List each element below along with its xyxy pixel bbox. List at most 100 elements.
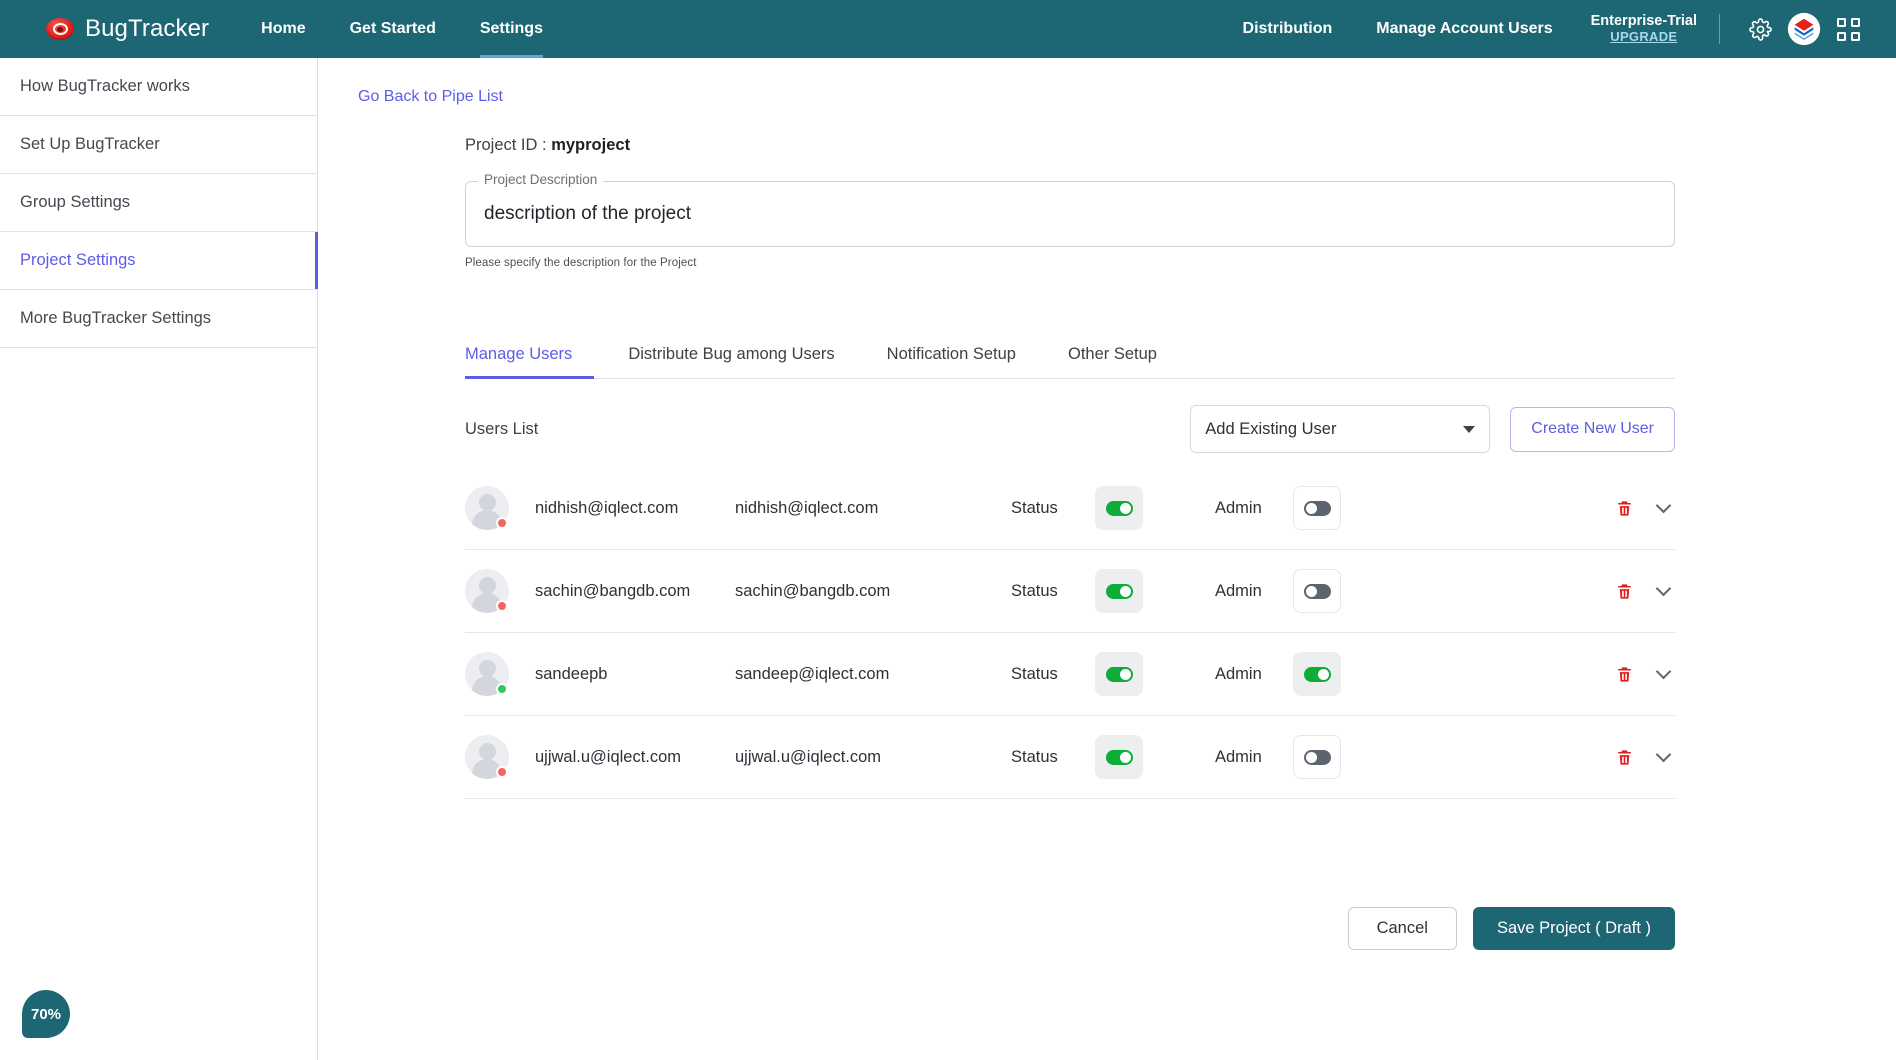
table-row: nidhish@iqlect.com nidhish@iqlect.com St…: [465, 467, 1675, 550]
nav-link-distribution[interactable]: Distribution: [1221, 0, 1355, 58]
user-email: nidhish@iqlect.com: [735, 498, 879, 517]
table-row: ujjwal.u@iqlect.com ujjwal.u@iqlect.com …: [465, 716, 1675, 799]
tab-notification-setup[interactable]: Notification Setup: [861, 345, 1042, 378]
bug-eye-icon: [46, 18, 74, 40]
upgrade-link[interactable]: UPGRADE: [1610, 29, 1677, 45]
avatar: [465, 652, 509, 696]
apps-grid-button[interactable]: [1829, 10, 1867, 48]
users-list-header: Users List Add Existing User Create New …: [465, 405, 1675, 453]
user-email: sandeep@iqlect.com: [735, 664, 890, 683]
row-actions: [1615, 746, 1675, 768]
status-label: Status: [1011, 498, 1058, 517]
presence-dot-offline-icon: [496, 600, 508, 612]
nav-link-manage-account-users[interactable]: Manage Account Users: [1354, 0, 1574, 58]
settings-tabs: Manage Users Distribute Bug among Users …: [465, 345, 1675, 379]
gear-icon: [1748, 17, 1772, 41]
user-email: ujjwal.u@iqlect.com: [735, 747, 882, 766]
admin-toggle[interactable]: [1293, 486, 1341, 530]
avatar: [465, 735, 509, 779]
expand-row-chevron-icon[interactable]: [1655, 746, 1672, 763]
brand-name: BugTracker: [85, 15, 210, 42]
sidebar-item-project-settings[interactable]: Project Settings: [0, 232, 318, 290]
cube-logo-icon: [1787, 12, 1821, 46]
plan-info: Enterprise-Trial UPGRADE: [1591, 13, 1697, 45]
tab-distribute-bug-among-users[interactable]: Distribute Bug among Users: [602, 345, 860, 378]
admin-toggle[interactable]: [1293, 652, 1341, 696]
sidebar-item-more-bugtracker-settings[interactable]: More BugTracker Settings: [0, 290, 317, 348]
admin-label: Admin: [1215, 581, 1262, 600]
expand-row-chevron-icon[interactable]: [1655, 497, 1672, 514]
main-content: Go Back to Pipe List Project ID : myproj…: [318, 58, 1896, 1060]
cube-logo-button[interactable]: [1785, 10, 1823, 48]
avatar: [465, 486, 509, 530]
users-list-title: Users List: [465, 419, 539, 438]
delete-icon: [1618, 500, 1631, 516]
delete-icon: [1618, 666, 1631, 682]
progress-badge[interactable]: 70%: [22, 990, 70, 1038]
add-existing-user-select[interactable]: Add Existing User: [1190, 405, 1491, 453]
go-back-to-pipe-list-link[interactable]: Go Back to Pipe List: [358, 88, 503, 106]
page-body: How BugTracker works Set Up BugTracker G…: [0, 58, 1896, 1060]
top-navigation-bar: BugTracker Home Get Started Settings Dis…: [0, 0, 1896, 58]
row-actions: [1615, 497, 1675, 519]
expand-row-chevron-icon[interactable]: [1655, 663, 1672, 680]
sidebar: How BugTracker works Set Up BugTracker G…: [0, 58, 318, 1060]
users-header-actions: Add Existing User Create New User: [1190, 405, 1675, 453]
delete-icon: [1618, 583, 1631, 599]
admin-toggle[interactable]: [1293, 569, 1341, 613]
user-name: sachin@bangdb.com: [535, 581, 691, 600]
create-new-user-button[interactable]: Create New User: [1510, 406, 1675, 452]
status-toggle[interactable]: [1095, 486, 1143, 530]
nav-link-get-started[interactable]: Get Started: [328, 0, 458, 58]
admin-label: Admin: [1215, 664, 1262, 683]
nav-link-settings[interactable]: Settings: [458, 0, 565, 58]
user-name: sandeepb: [535, 664, 608, 683]
status-toggle[interactable]: [1095, 735, 1143, 779]
status-toggle[interactable]: [1095, 652, 1143, 696]
cancel-button[interactable]: Cancel: [1347, 907, 1457, 950]
form-footer-actions: Cancel Save Project ( Draft ): [465, 907, 1675, 950]
presence-dot-online-icon: [496, 683, 508, 695]
tab-manage-users[interactable]: Manage Users: [465, 345, 602, 379]
expand-row-chevron-icon[interactable]: [1655, 580, 1672, 597]
status-toggle[interactable]: [1095, 569, 1143, 613]
status-label: Status: [1011, 747, 1058, 766]
settings-gear-button[interactable]: [1741, 10, 1779, 48]
nav-link-home[interactable]: Home: [239, 0, 327, 58]
nav-right-section: Distribution Manage Account Users Enterp…: [1221, 0, 1896, 58]
admin-label: Admin: [1215, 498, 1262, 517]
avatar: [465, 569, 509, 613]
sidebar-item-set-up-bugtracker[interactable]: Set Up BugTracker: [0, 116, 317, 174]
user-email: sachin@bangdb.com: [735, 581, 891, 600]
project-description-input[interactable]: description of the project: [465, 181, 1675, 247]
sidebar-item-group-settings[interactable]: Group Settings: [0, 174, 317, 232]
table-row: sandeepb sandeep@iqlect.com Status Admin: [465, 633, 1675, 716]
project-form-area: Project ID : myproject Project Descripti…: [358, 136, 1896, 950]
row-actions: [1615, 580, 1675, 602]
project-description-helper-text: Please specify the description for the P…: [465, 257, 697, 269]
admin-label: Admin: [1215, 747, 1262, 766]
save-project-draft-button[interactable]: Save Project ( Draft ): [1472, 907, 1675, 950]
status-label: Status: [1011, 664, 1058, 683]
add-existing-user-value: Add Existing User: [1205, 419, 1337, 438]
users-table: nidhish@iqlect.com nidhish@iqlect.com St…: [465, 467, 1675, 799]
project-description-label: Project Description: [478, 172, 604, 187]
presence-dot-offline-icon: [496, 517, 508, 529]
brand-logo[interactable]: BugTracker: [46, 15, 209, 43]
presence-dot-offline-icon: [496, 766, 508, 778]
plan-name: Enterprise-Trial: [1590, 13, 1697, 30]
primary-nav-links: Home Get Started Settings: [239, 0, 565, 58]
user-name: nidhish@iqlect.com: [535, 498, 679, 517]
admin-toggle[interactable]: [1293, 735, 1341, 779]
status-label: Status: [1011, 581, 1058, 600]
project-description-field-wrapper: Project Description description of the p…: [465, 172, 1675, 247]
apps-grid-icon: [1836, 17, 1860, 41]
user-name: ujjwal.u@iqlect.com: [535, 747, 682, 766]
sidebar-item-how-bugtracker-works[interactable]: How BugTracker works: [0, 58, 317, 116]
table-row: sachin@bangdb.com sachin@bangdb.com Stat…: [465, 550, 1675, 633]
tab-other-setup[interactable]: Other Setup: [1042, 345, 1183, 378]
nav-divider: [1719, 14, 1720, 44]
delete-icon: [1618, 749, 1631, 765]
project-id-row: Project ID : myproject: [465, 136, 1896, 155]
project-id-value: myproject: [551, 136, 631, 154]
